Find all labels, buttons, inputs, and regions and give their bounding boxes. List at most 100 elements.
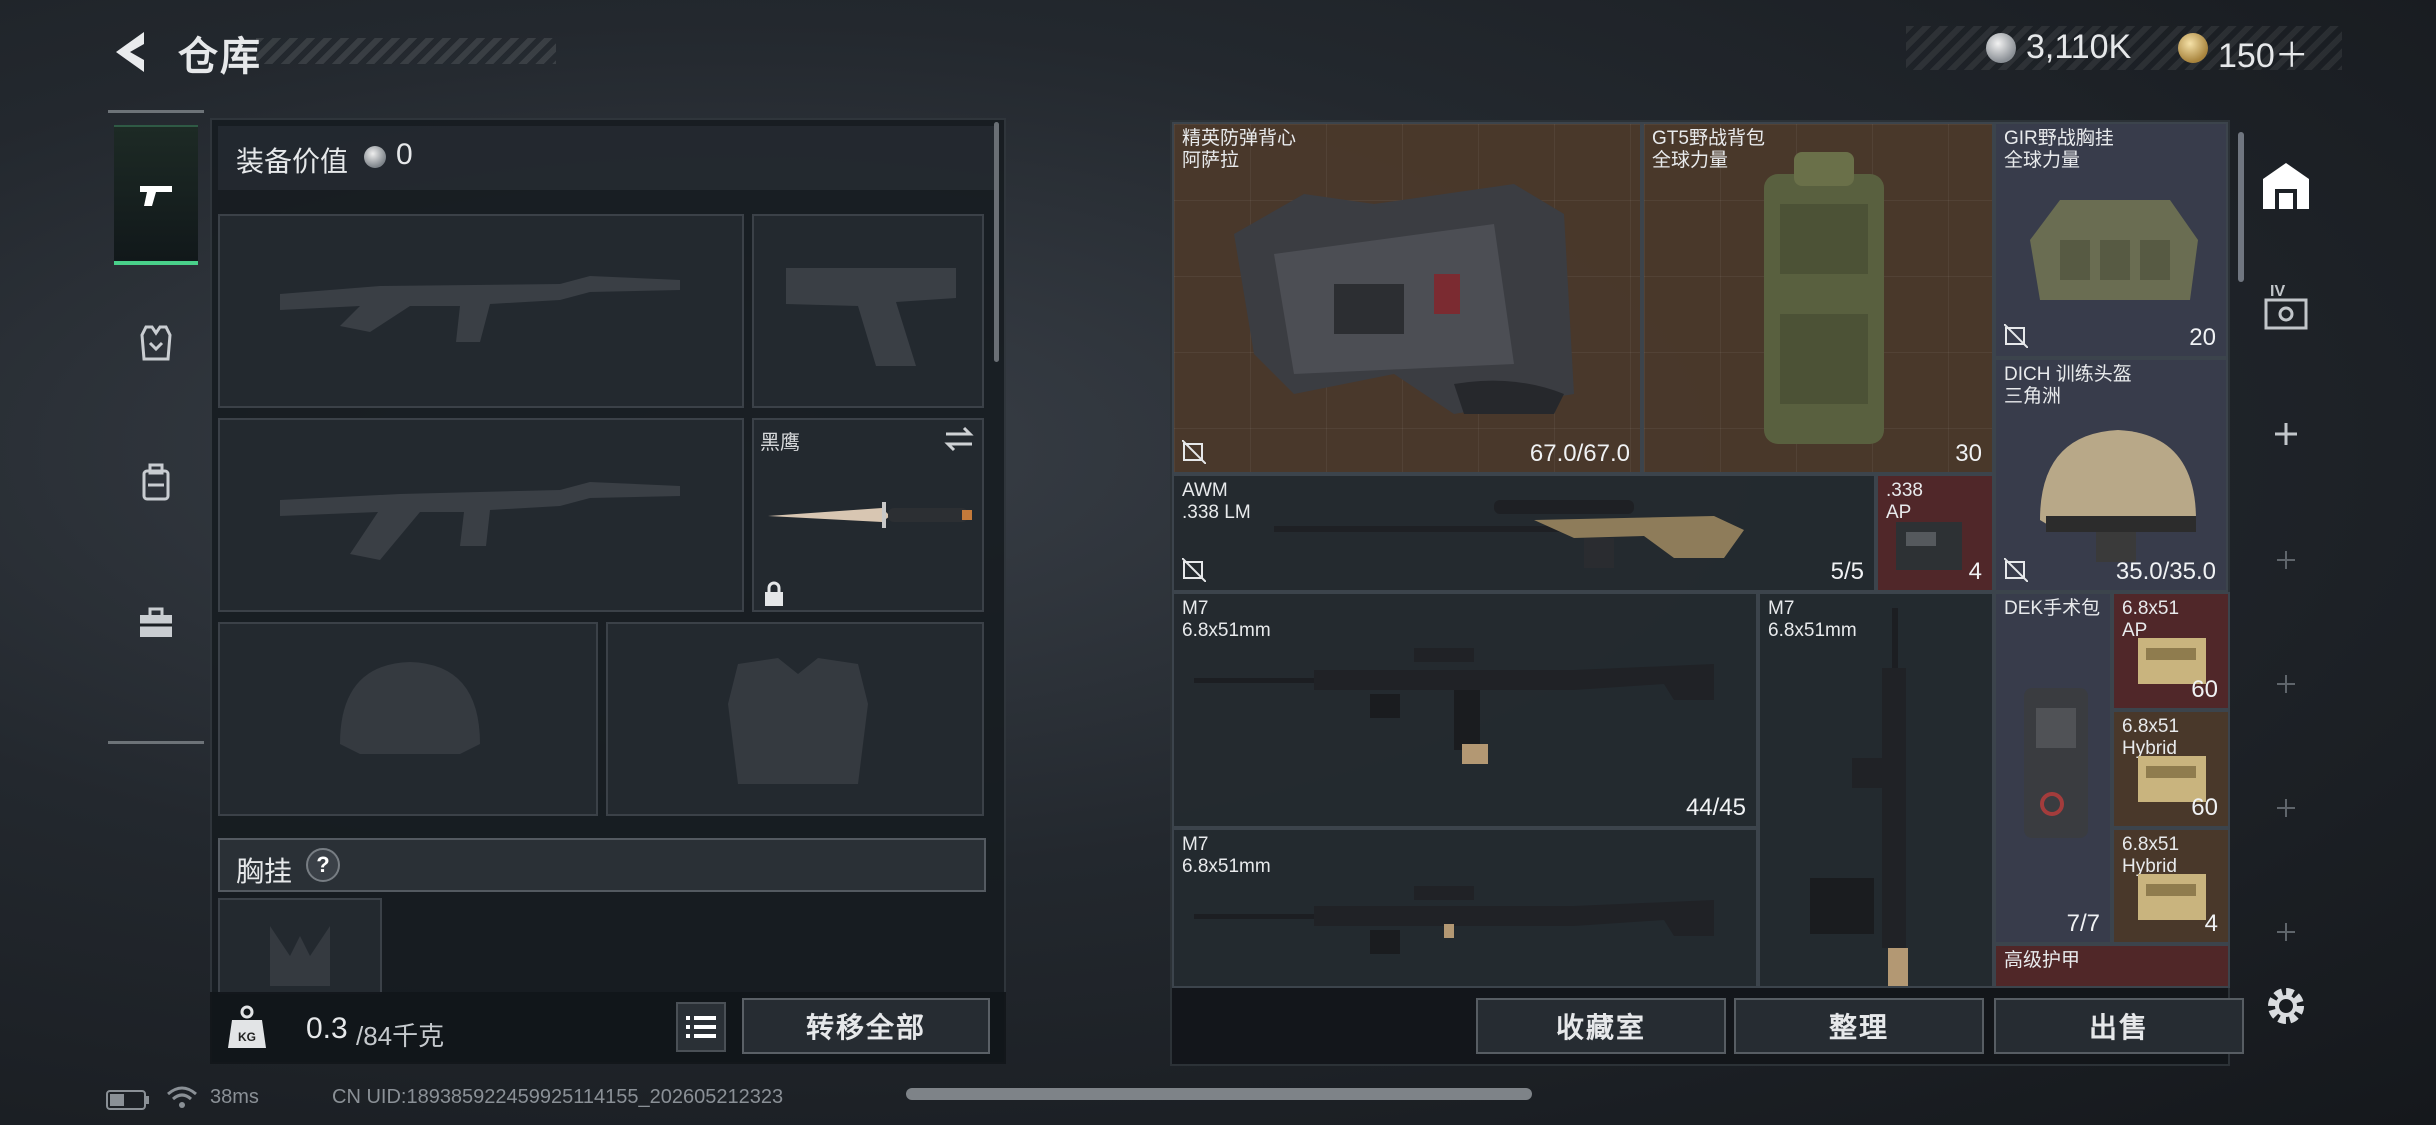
stash-item-m7-3[interactable]: M7 6.8x51mm	[1172, 828, 1758, 988]
chest-rig-label: 胸挂	[236, 856, 293, 887]
stash-item-m7-2[interactable]: M7 6.8x51mm	[1758, 592, 1994, 988]
sell-button[interactable]: 出售	[1994, 998, 2244, 1054]
plus-icon	[2277, 923, 2295, 941]
stash-item-ammo-338[interactable]: .338 AP 4	[1876, 474, 1994, 592]
item-count: 4	[2204, 910, 2218, 937]
item-name: GIR野战胸挂 全球力量	[2004, 128, 2114, 171]
add-stash-tab-button[interactable]	[2254, 402, 2318, 466]
wifi-icon	[166, 1084, 198, 1115]
stash-main-tab[interactable]	[2254, 154, 2318, 218]
rifle-vertical-image	[1810, 608, 1908, 986]
svg-text:KG: KG	[238, 1030, 256, 1044]
plus-icon	[2277, 675, 2295, 693]
lock-icon	[762, 580, 786, 613]
chest-rig-image	[2030, 200, 2198, 300]
kg-weight-icon: KG	[226, 1004, 268, 1052]
pistol-silhouette-icon	[786, 268, 956, 366]
chest-rig-slot[interactable]	[218, 898, 382, 994]
item-count: 7/7	[2066, 910, 2100, 937]
plus-icon	[2275, 423, 2297, 445]
stash-item-armor-plate[interactable]: 高级护甲	[1994, 944, 2230, 988]
melee-name: 黑鹰	[760, 432, 800, 454]
safe-box-icon: IV	[2264, 283, 2308, 330]
home-indicator[interactable]	[906, 1088, 1532, 1100]
rifle-silhouette-icon	[280, 482, 680, 560]
item-name: DICH 训练头盔 三角洲	[2004, 364, 2132, 407]
gold-amount[interactable]: 150＋	[2218, 28, 2309, 77]
item-count: 4	[1968, 558, 1982, 585]
item-name: AWM .338 LM	[1182, 480, 1251, 523]
stash-item-ammo-hybrid-1[interactable]: 6.8x51 Hybrid 60	[2112, 710, 2230, 828]
tab-backpack[interactable]	[114, 413, 198, 553]
stash-item-awm[interactable]: AWM .338 LM 5/5	[1172, 474, 1876, 592]
battery-icon	[106, 1090, 150, 1115]
item-name: M7 6.8x51mm	[1182, 834, 1271, 877]
backpack-image	[1764, 152, 1884, 444]
helmet-silhouette-icon	[340, 662, 480, 754]
category-tabs	[108, 110, 204, 744]
sort-button[interactable]: 整理	[1734, 998, 1984, 1054]
gold-coin-icon	[2178, 33, 2208, 63]
weight-max: /84千克	[356, 1021, 445, 1051]
stash-item-chest-rig[interactable]: GIR野战胸挂 全球力量 20	[1994, 122, 2228, 358]
rifle-silhouette-icon	[280, 276, 680, 342]
pistol-icon	[140, 186, 172, 206]
primary-weapon-slot[interactable]	[218, 214, 744, 408]
knife-icon	[768, 502, 972, 528]
help-icon[interactable]: ?	[306, 848, 340, 882]
rifle-image	[1194, 648, 1714, 764]
stash-tab-iv[interactable]: IV	[2254, 276, 2318, 340]
tab-toolbox[interactable]	[114, 553, 198, 693]
equipment-scrollbar[interactable]	[994, 122, 999, 362]
body-armor-slot[interactable]	[606, 622, 984, 816]
add-stash-tab-button[interactable]	[2254, 776, 2318, 840]
svg-text:IV: IV	[2270, 283, 2285, 300]
sidearm-slot[interactable]	[752, 214, 984, 408]
no-insurance-icon	[2004, 324, 2028, 348]
list-view-button[interactable]	[676, 1002, 726, 1052]
settings-button[interactable]	[2258, 978, 2314, 1034]
collection-room-button[interactable]: 收藏室	[1476, 998, 1726, 1054]
stash-scrollbar[interactable]	[2238, 132, 2244, 282]
sniper-rifle-image	[1274, 500, 1744, 568]
item-count: 60	[2191, 794, 2218, 821]
back-arrow-icon	[116, 32, 144, 72]
tab-equipment[interactable]	[114, 273, 198, 413]
add-stash-tab-button[interactable]	[2254, 652, 2318, 716]
equipment-value: 0	[396, 138, 413, 171]
helmet-slot[interactable]	[218, 622, 598, 816]
stash-item-vest[interactable]: 精英防弹背心 阿萨拉 67.0/67.0	[1172, 122, 1642, 474]
backpack-icon	[142, 463, 170, 501]
stash-item-ammo-hybrid-2[interactable]: 6.8x51 Hybrid 4	[2112, 828, 2230, 944]
item-count: 30	[1955, 440, 1982, 467]
no-insurance-icon	[1182, 558, 1206, 582]
secondary-weapon-slot[interactable]	[218, 418, 744, 612]
stash-item-ammo-ap[interactable]: 6.8x51 AP 60	[2112, 592, 2230, 710]
stash-item-m7-1[interactable]: M7 6.8x51mm 44/45	[1172, 592, 1758, 828]
equipment-value-label: 装备价值	[236, 146, 349, 177]
stash-item-helmet[interactable]: DICH 训练头盔 三角洲 35.0/35.0	[1994, 358, 2228, 592]
stash-item-dek-kit[interactable]: DEK手术包 7/7	[1994, 592, 2112, 944]
ammo-box-image	[1896, 522, 1962, 570]
item-count: 67.0/67.0	[1529, 440, 1630, 467]
transfer-all-button[interactable]: 转移全部	[742, 998, 990, 1054]
add-stash-tab-button[interactable]	[2254, 900, 2318, 964]
stash-item-backpack[interactable]: GT5野战背包 全球力量 30	[1642, 122, 1994, 474]
armor-vest-icon	[140, 325, 172, 361]
ammo-box-image	[2138, 874, 2206, 920]
back-button[interactable]	[106, 26, 158, 78]
list-icon	[686, 1016, 716, 1038]
silver-coin-icon	[364, 146, 386, 168]
plus-icon	[2277, 551, 2295, 569]
gear-icon	[2268, 988, 2304, 1024]
weight-current: 0.3	[306, 1012, 348, 1045]
swap-icon[interactable]	[942, 424, 976, 459]
item-count: 5/5	[1830, 558, 1864, 585]
add-stash-tab-button[interactable]	[2254, 528, 2318, 592]
tab-weapons[interactable]	[114, 125, 198, 265]
rifle-image	[1194, 886, 1714, 954]
plus-icon	[2277, 799, 2295, 817]
no-insurance-icon	[2004, 558, 2028, 582]
silver-coin-icon	[1986, 33, 2016, 63]
item-name: DEK手术包	[2004, 598, 2101, 619]
